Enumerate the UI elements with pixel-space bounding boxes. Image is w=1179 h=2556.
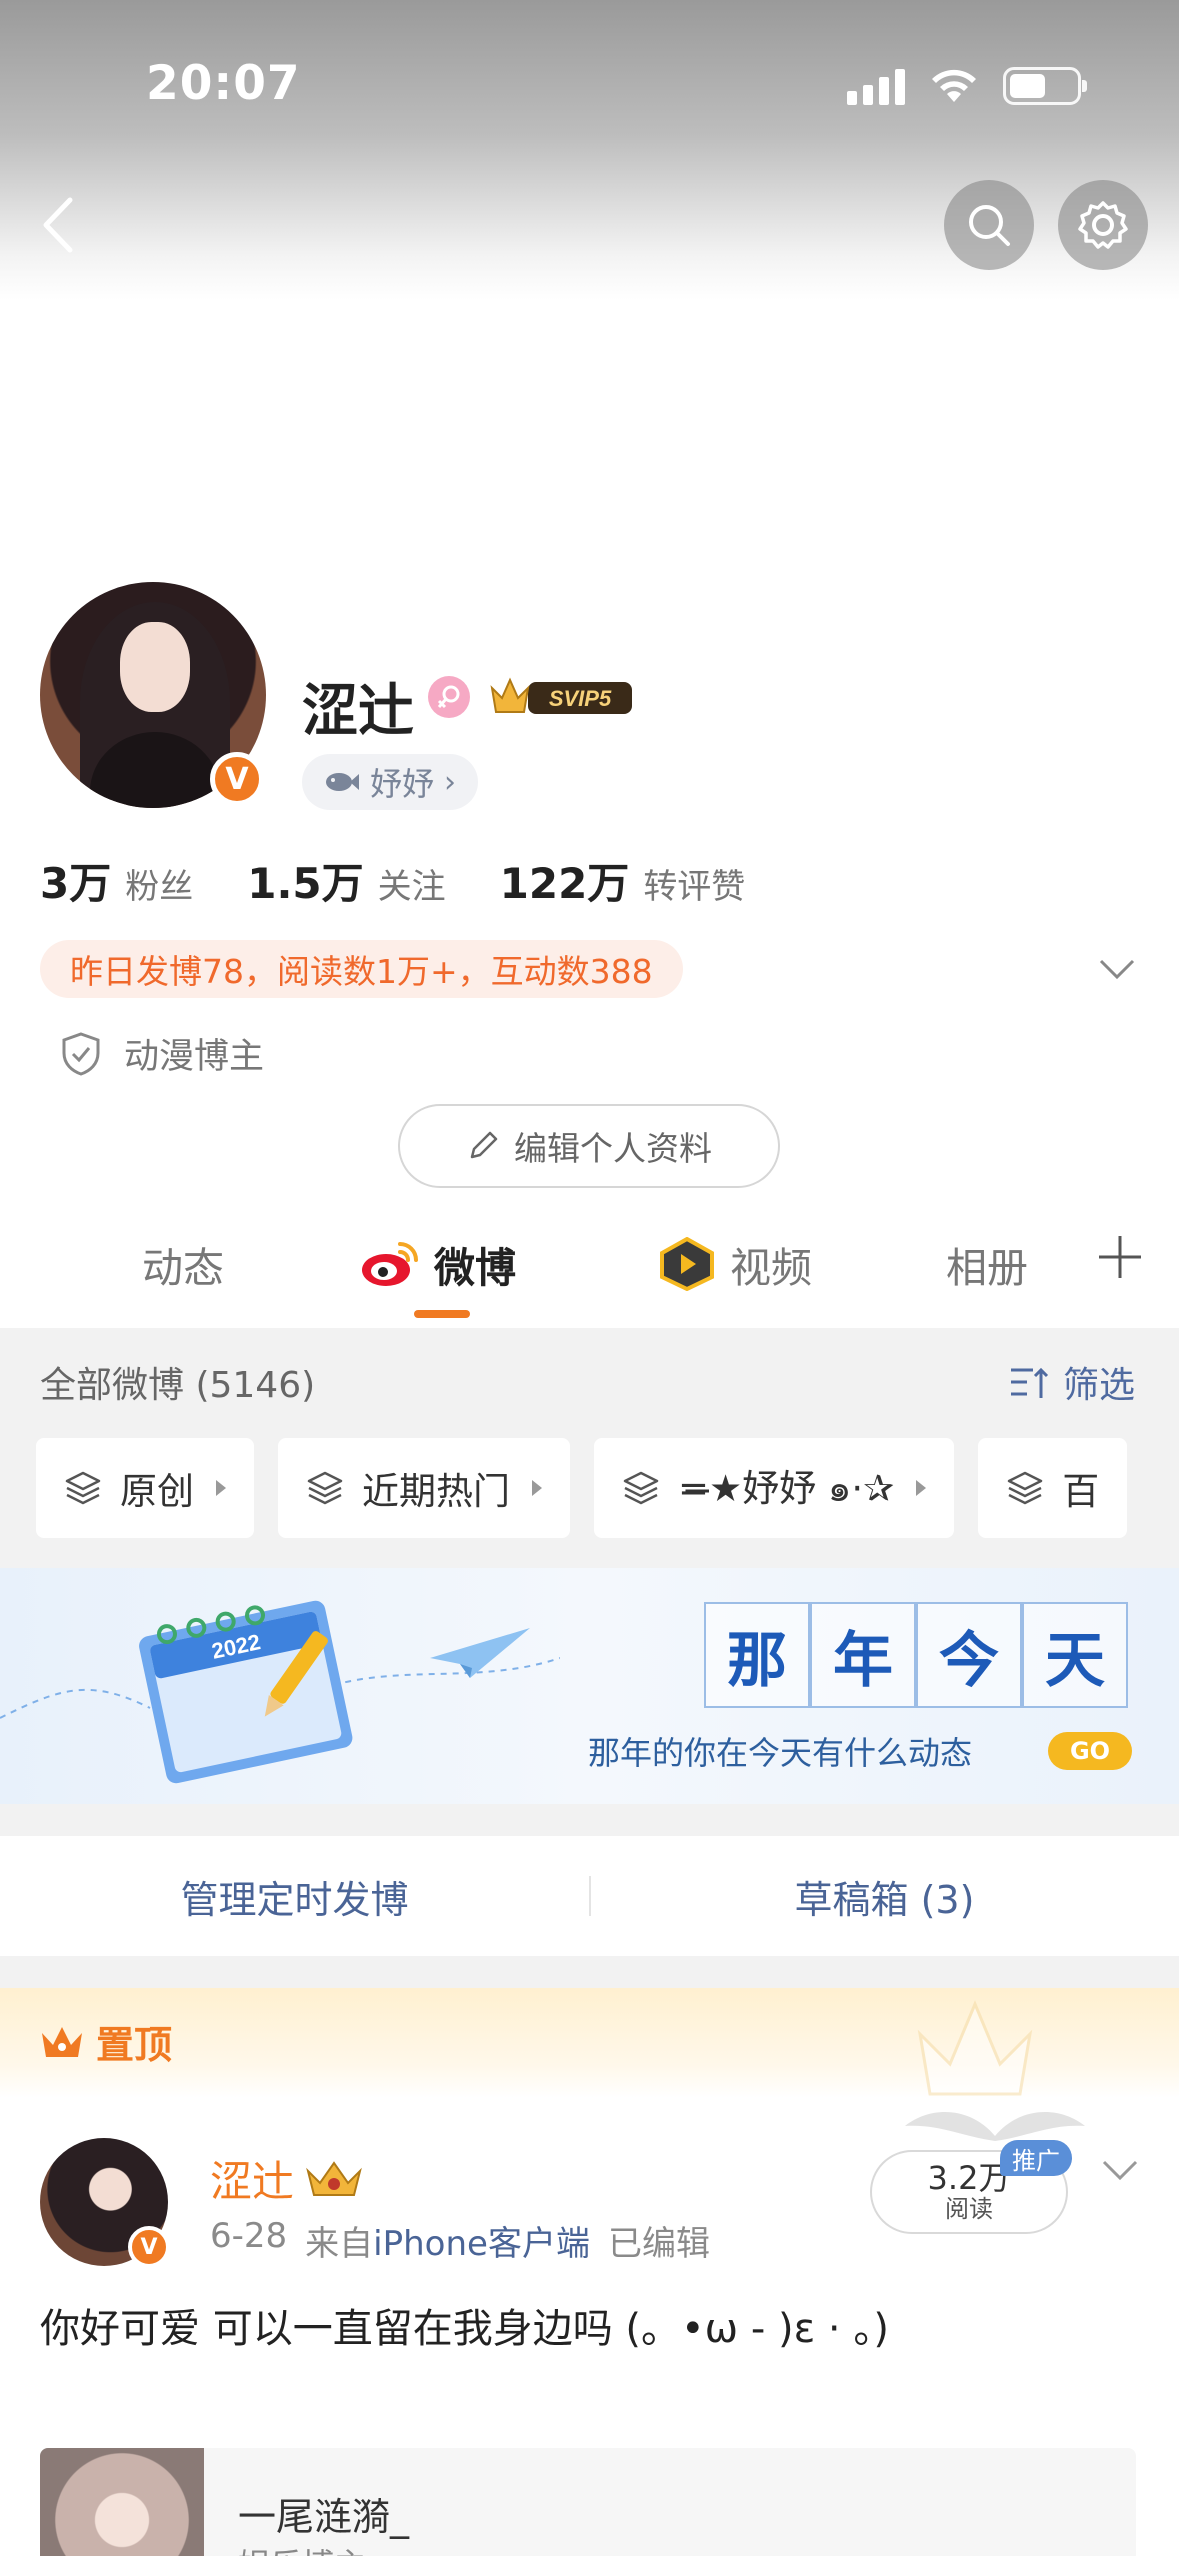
section-separator: [0, 1804, 1179, 1836]
fish-icon: [326, 773, 359, 791]
profile-tabs: 动态 微博 视频 相册: [0, 1210, 1179, 1328]
post-source-prefix: 来自: [305, 2224, 374, 2264]
stat-followers[interactable]: 3万 粉丝: [40, 850, 193, 911]
quoted-user-name: 一尾涟漪_: [238, 2495, 410, 2539]
quoted-user-card[interactable]: 一尾涟漪_ 娱乐博主: [40, 2448, 1136, 2556]
svip-label: SVIP5: [549, 686, 612, 711]
post-author[interactable]: 涩辻: [210, 2148, 364, 2209]
pencil-icon: [470, 1131, 498, 1159]
drafts-button[interactable]: 草稿箱 (3): [590, 1836, 1179, 1956]
profile-name: 涩辻: [302, 679, 414, 744]
layers-icon: [1007, 1471, 1043, 1505]
verified-badge-icon: V: [210, 752, 264, 806]
banner-go-button[interactable]: GO: [1048, 1732, 1132, 1770]
chip-fanclub[interactable]: =̶̶★妤妤 ๑·✰: [594, 1438, 955, 1538]
filter-button[interactable]: 筛选: [1009, 1356, 1135, 1408]
settings-button[interactable]: [1058, 180, 1148, 270]
quoted-user-avatar: [40, 2448, 204, 2556]
video-icon: [660, 1237, 714, 1291]
post-text: 你好可爱 可以一直留在我身边吗 (。•ω - )ε · 。): [40, 2306, 889, 2352]
manage-row: 管理定时发博 草稿箱 (3): [0, 1836, 1179, 1956]
feed-chips: 原创 近期热门 =̶̶★妤妤 ๑·✰ 百: [36, 1438, 1128, 1538]
search-icon: [969, 205, 1010, 246]
status-bar: 20:07: [0, 0, 1179, 170]
scheduled-posts-button[interactable]: 管理定时发博: [0, 1836, 589, 1956]
fanclub-chip[interactable]: 妤妤 ›: [302, 754, 479, 810]
weibo-logo-icon: [362, 1242, 418, 1286]
post-edited: 已编辑: [607, 2224, 710, 2264]
quoted-user-subtitle: 娱乐博主: [238, 2540, 366, 2556]
stat-following[interactable]: 1.5万 关注: [247, 850, 445, 911]
chip-original[interactable]: 原创: [36, 1438, 254, 1538]
banner-subtitle: 那年的你在今天有什么动态: [588, 1734, 973, 1772]
chevron-down-icon[interactable]: [1097, 955, 1137, 983]
svip-badge[interactable]: SVIP5: [488, 672, 634, 720]
gear-icon: [1078, 201, 1128, 249]
vip-crown-icon: [306, 2160, 362, 2196]
status-time: 20:07: [146, 56, 301, 111]
tab-activity[interactable]: 动态: [142, 1234, 224, 1294]
cellular-signal-icon: [847, 67, 905, 105]
profile-stats: 3万 粉丝 1.5万 关注 122万 转评赞: [40, 850, 799, 911]
chevron-right-icon: ›: [444, 764, 457, 800]
section-separator: [0, 1956, 1179, 1988]
all-weibo-count: 全部微博 (5146): [40, 1365, 316, 1406]
layers-icon: [307, 1471, 343, 1505]
profile-tag-label: 动漫博主: [124, 1037, 265, 1077]
stat-interactions[interactable]: 122万 转评赞: [500, 850, 746, 911]
promote-tag[interactable]: 推广: [1000, 2140, 1072, 2176]
shield-check-icon: [62, 1031, 100, 1076]
chip-recent-hot[interactable]: 近期热门: [278, 1438, 570, 1538]
pinned-label: 置顶: [40, 2014, 172, 2069]
post-meta: 6-28 来自iPhone客户端 已编辑: [210, 2216, 710, 2265]
crown-icon: [42, 2026, 82, 2057]
profile-tag[interactable]: 动漫博主: [60, 1028, 264, 1079]
post-source[interactable]: iPhone客户端: [373, 2224, 590, 2264]
edit-profile-button[interactable]: 编辑个人资料: [398, 1104, 780, 1188]
fanclub-label: 妤妤: [370, 765, 435, 803]
on-this-day-banner[interactable]: 2022 那 年 今 天 那年的你在今天有什么动态 GO: [0, 1568, 1179, 1804]
crown-watermark-icon: [917, 2000, 1033, 2096]
layers-icon: [623, 1471, 659, 1505]
verified-badge-icon: V: [128, 2226, 170, 2268]
read-label: 阅读: [945, 2195, 993, 2224]
edit-profile-label: 编辑个人资料: [514, 1129, 712, 1168]
chevron-left-icon[interactable]: [28, 190, 88, 260]
tab-video[interactable]: 视频: [658, 1234, 812, 1294]
tab-album[interactable]: 相册: [946, 1234, 1028, 1294]
chevron-down-icon[interactable]: [1100, 2156, 1140, 2184]
tab-active-indicator: [414, 1310, 470, 1318]
status-icons: [847, 66, 1087, 106]
banner-title: 那 年 今 天: [704, 1602, 1128, 1708]
battery-icon: [1003, 67, 1087, 105]
filter-icon: [1010, 1367, 1049, 1398]
plus-icon[interactable]: [1095, 1232, 1145, 1282]
chip-more[interactable]: 百: [978, 1438, 1128, 1538]
wifi-icon: [932, 69, 976, 102]
layers-icon: [65, 1471, 101, 1505]
post-date: 6-28: [210, 2216, 288, 2256]
activity-notice[interactable]: 昨日发博78，阅读数1万+，互动数388: [40, 940, 683, 998]
filter-label: 筛选: [1062, 1365, 1135, 1406]
read-count: 3.2万: [927, 2159, 1011, 2198]
tab-weibo[interactable]: 微博: [360, 1234, 516, 1294]
calendar-illustration: 2022: [0, 1600, 560, 1784]
female-gender-icon: [428, 676, 470, 718]
search-button[interactable]: [944, 180, 1034, 270]
